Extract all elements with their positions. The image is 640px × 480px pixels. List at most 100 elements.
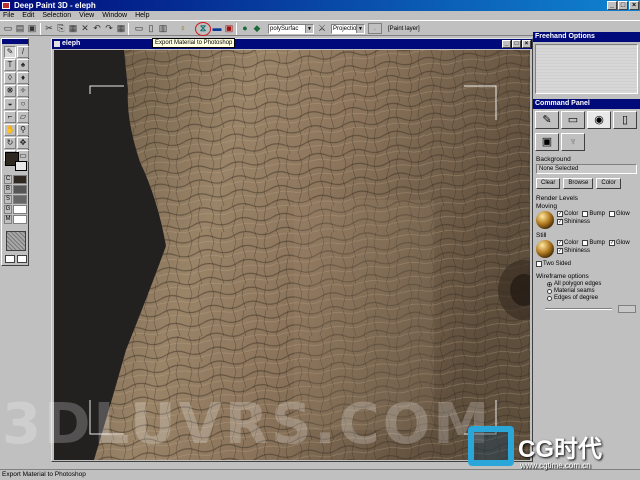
doc-close-button[interactable]: × <box>522 40 531 48</box>
chevron-down-icon: ▼ <box>305 25 313 33</box>
eyedropper-tool-icon[interactable]: ⌐ <box>4 111 16 123</box>
clone-tool-icon[interactable]: ❋ <box>4 85 16 97</box>
still-glow-checkbox[interactable]: ✓ Glow <box>609 240 630 246</box>
material-icon[interactable]: ▬ <box>212 23 222 34</box>
tab-paint-icon[interactable]: ▯ <box>613 111 637 129</box>
doc-minimize-button[interactable]: _ <box>502 40 511 48</box>
text-tool-icon[interactable]: T <box>4 59 16 71</box>
freehand-preview[interactable] <box>535 44 638 94</box>
tab-options-icon[interactable]: ▭ <box>561 111 585 129</box>
browse-button[interactable]: Browse <box>563 178 594 189</box>
fill-tool-icon[interactable]: ◊ <box>4 72 16 84</box>
background-label: Background <box>536 156 571 163</box>
channel-s-swatch[interactable] <box>13 195 27 204</box>
still-bump-checkbox[interactable]: Bump <box>582 240 605 246</box>
all-polygon-edges-radio[interactable]: All polygon edges <box>547 281 640 288</box>
moving-color-checkbox[interactable]: ✓ Color <box>557 211 578 217</box>
moving-bump-checkbox[interactable]: Bump <box>582 211 605 217</box>
moving-glow-checkbox[interactable]: Glow <box>609 211 630 217</box>
redo-icon[interactable]: ↷ <box>104 23 114 34</box>
brush-preview[interactable] <box>6 231 26 251</box>
cg-logo: CG时代 <box>468 426 602 466</box>
airbrush-tool-icon[interactable]: ♦ <box>17 72 29 84</box>
paste-icon[interactable]: ▦ <box>68 23 78 34</box>
watermark: 3DLUVRS.COM <box>2 392 493 457</box>
projection-select[interactable]: Projection ▼ <box>331 24 365 34</box>
still-shininess-checkbox[interactable]: ✓ Shininess <box>557 248 590 254</box>
minimize-button[interactable]: _ <box>607 1 617 10</box>
eraser-tool-icon[interactable]: ▱ <box>17 111 29 123</box>
mask-mode-button[interactable] <box>5 255 15 263</box>
close-button[interactable]: × <box>629 1 639 10</box>
moving-label: Moving <box>536 203 557 210</box>
undo-icon[interactable]: ↶ <box>92 23 102 34</box>
clear-button[interactable]: Clear <box>536 178 561 189</box>
menu-edit[interactable]: Edit <box>22 11 34 20</box>
pencil-tool-icon[interactable]: / <box>17 46 29 58</box>
brush-tool-icon[interactable]: ✎ <box>4 46 16 58</box>
layers-icon[interactable]: ▭ <box>134 23 144 34</box>
smudge-tool-icon[interactable]: ♠ <box>17 59 29 71</box>
lasso-tool-icon[interactable]: ○ <box>17 98 29 110</box>
stamp-tool-icon[interactable]: ✧ <box>17 85 29 97</box>
radio-dot <box>547 296 552 301</box>
channel-g-swatch[interactable] <box>13 205 27 214</box>
channel-c-swatch[interactable] <box>13 175 27 184</box>
tab-effect-icon[interactable]: ♆ <box>561 133 585 151</box>
standard-mode-button[interactable] <box>17 255 27 263</box>
menu-help[interactable]: Help <box>135 11 149 20</box>
slider-value-field[interactable] <box>618 305 636 313</box>
rotate-tool-icon[interactable]: ↻ <box>4 137 16 149</box>
view-icon[interactable]: ▯ <box>146 23 156 34</box>
app-icon <box>2 2 10 9</box>
tab-layer-icon[interactable]: ▣ <box>535 133 559 151</box>
menu-window[interactable]: Window <box>102 11 127 20</box>
app-titlebar: Deep Paint 3D - eleph _ □ × <box>0 0 640 11</box>
menu-view[interactable]: View <box>79 11 94 20</box>
radio-dot <box>547 282 552 287</box>
cg-logo-text: CG时代 <box>518 435 602 463</box>
menu-selection[interactable]: Selection <box>42 11 71 20</box>
copy-icon[interactable]: ⎘ <box>56 23 66 34</box>
cut-icon[interactable]: ✂ <box>44 23 54 34</box>
zoom-tool-icon[interactable]: ⚲ <box>17 124 29 136</box>
channel-b-swatch[interactable] <box>13 185 27 194</box>
checkbox-mark <box>609 211 616 217</box>
brush-icon[interactable]: ▥ <box>158 23 168 34</box>
save-icon[interactable]: ▣ <box>27 23 37 34</box>
mapping-select[interactable]: polySurfac ▼ <box>268 24 314 34</box>
projection-icon: ⚔ <box>317 23 327 33</box>
color-button[interactable]: Color <box>596 178 621 189</box>
material-seams-radio[interactable]: Material seams <box>547 288 640 295</box>
export-material-to-photoshop-icon[interactable]: ⧖ <box>195 22 211 36</box>
light-icon[interactable]: ♀ <box>178 23 188 34</box>
delete-icon[interactable]: ✕ <box>80 23 90 34</box>
two-sided-checkbox[interactable]: Two Sided <box>533 261 640 267</box>
move-tool-icon[interactable]: ✥ <box>17 137 29 149</box>
still-color-checkbox[interactable]: ✓ Color <box>557 240 578 246</box>
open-file-icon[interactable]: ▤ <box>15 23 25 34</box>
secondary-color-swatch[interactable] <box>15 161 27 171</box>
menu-file[interactable]: File <box>3 11 14 20</box>
checkbox-mark: ✓ <box>609 240 616 246</box>
menu-bar: File Edit Selection View Window Help <box>0 11 640 20</box>
maximize-button[interactable]: □ <box>618 1 628 10</box>
rotate-view-icon[interactable]: ◆ <box>252 23 262 34</box>
tab-render-icon[interactable]: ◉ <box>587 111 611 129</box>
moving-options: ✓ Color Bump Glow ✓ Shininess <box>533 211 640 229</box>
photoshop-icon[interactable]: ▣ <box>224 23 234 34</box>
select-tool-icon[interactable]: ◒ <box>4 98 16 110</box>
channel-m-swatch[interactable] <box>13 215 27 224</box>
edges-of-degree-radio[interactable]: Edges of degree <box>547 295 640 302</box>
doc-maximize-button[interactable]: □ <box>512 40 521 48</box>
hand-tool-icon[interactable]: ✋ <box>4 124 16 136</box>
moving-shininess-checkbox[interactable]: ✓ Shininess <box>557 219 590 225</box>
grid-icon[interactable]: ▦ <box>116 23 126 34</box>
sphere-view-icon[interactable]: ● <box>240 23 250 34</box>
edge-degree-slider[interactable] <box>545 305 636 313</box>
disabled-option-button[interactable]: · <box>368 23 382 34</box>
new-file-icon[interactable]: ▭ <box>3 23 13 34</box>
tab-brush-icon[interactable]: ✎ <box>535 111 559 129</box>
moving-material-sphere <box>536 211 554 229</box>
checkbox-label: Bump <box>589 211 606 217</box>
